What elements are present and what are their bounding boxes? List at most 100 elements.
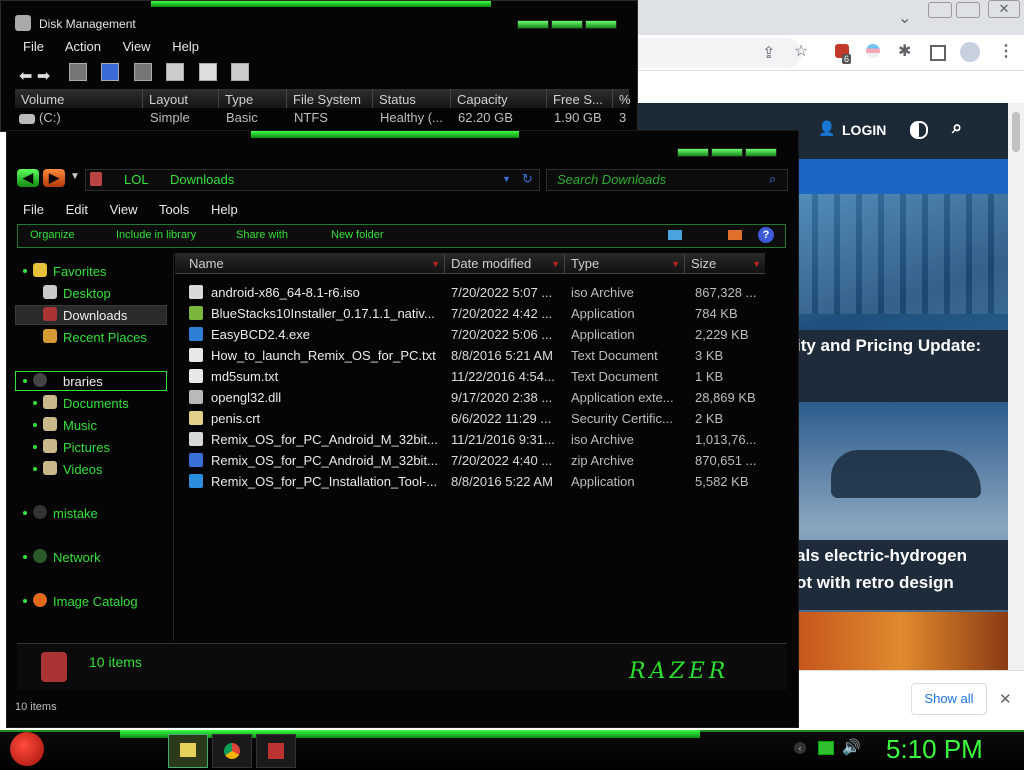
menu-tools[interactable]: Tools	[159, 202, 189, 217]
forward-button[interactable]: ▶	[43, 169, 65, 187]
help-icon[interactable]	[101, 63, 120, 81]
back-button[interactable]: ◀	[17, 169, 39, 187]
nav-downloads[interactable]: Downloads	[63, 308, 127, 323]
col-percent[interactable]: %	[613, 89, 631, 108]
article-headline-2-line1[interactable]: als electric-hydrogen	[796, 546, 967, 566]
chevron-down-icon[interactable]: ▼	[70, 171, 80, 182]
nav-pictures[interactable]: Pictures	[63, 440, 110, 455]
article-image-3[interactable]	[796, 612, 1008, 670]
menu-help[interactable]: Help	[211, 202, 238, 217]
file-row[interactable]: EasyBCD2.4.exe 7/20/2022 5:06 ... Applicat…	[189, 325, 769, 346]
minimize-button[interactable]	[517, 20, 549, 29]
taskbar-disk-management-button[interactable]	[256, 734, 296, 768]
file-row[interactable]: penis.crt 6/6/2022 11:29 ... Security Cert…	[189, 409, 769, 430]
taskbar-chrome-button[interactable]	[212, 734, 252, 768]
contrast-toggle-icon[interactable]	[910, 121, 928, 139]
menu-file[interactable]: File	[23, 39, 44, 54]
nav-libraries[interactable]: braries	[63, 374, 103, 389]
expand-dot[interactable]	[33, 423, 37, 427]
col-type[interactable]: Type	[219, 89, 287, 108]
minimize-icon[interactable]	[928, 2, 952, 18]
show-all-button[interactable]: Show all	[911, 683, 987, 715]
close-button[interactable]	[585, 20, 617, 29]
file-row[interactable]: BlueStacks10Installer_0.17.1.1_nativ... 7…	[189, 304, 769, 325]
profile-avatar-icon[interactable]	[960, 42, 980, 62]
breadcrumb-downloads[interactable]: Downloads	[170, 172, 234, 187]
search-icon[interactable]: ⌕	[952, 117, 962, 138]
close-button[interactable]	[745, 148, 777, 157]
file-row[interactable]: How_to_launch_Remix_OS_for_PC.txt 8/8/201…	[189, 346, 769, 367]
address-bar[interactable]: LOL Downloads ▼ ↻	[85, 169, 540, 191]
help-icon[interactable]: ?	[758, 227, 774, 243]
menu-view[interactable]: View	[123, 39, 151, 54]
side-panel-icon[interactable]	[930, 45, 946, 61]
include-in-library-button[interactable]: Include in library	[116, 229, 196, 241]
organize-button[interactable]: Organize	[30, 229, 75, 241]
change-view-icon[interactable]	[668, 230, 682, 240]
expand-dot[interactable]	[33, 401, 37, 405]
maximize-button[interactable]	[551, 20, 583, 29]
col-name[interactable]: Name ▼	[183, 253, 445, 273]
volume-row[interactable]: (C:) Simple Basic NTFS Healthy (... 62.2…	[15, 110, 629, 128]
sort-arrow-icon[interactable]: ▼	[671, 253, 680, 275]
extension-flag-icon[interactable]	[866, 44, 880, 58]
share-with-button[interactable]: Share with	[236, 229, 288, 241]
share-icon[interactable]: ⇪	[762, 43, 775, 63]
file-row[interactable]: Remix_OS_for_PC_Android_M_32bit... 7/20/2…	[189, 451, 769, 472]
sort-arrow-icon[interactable]: ▼	[752, 253, 761, 275]
nav-favorites[interactable]: Favorites	[53, 264, 106, 279]
puzzle-icon[interactable]: ✱	[898, 41, 911, 61]
menu-edit[interactable]: Edit	[66, 202, 88, 217]
expand-dot[interactable]	[23, 269, 27, 273]
nav-recent-places[interactable]: Recent Places	[63, 330, 147, 345]
article-headline-1[interactable]: ity and Pricing Update:	[796, 330, 1008, 406]
breadcrumb-lol[interactable]: LOL	[124, 172, 149, 187]
col-status[interactable]: Status	[373, 89, 451, 108]
col-size[interactable]: Size ▼	[685, 253, 765, 273]
new-folder-button[interactable]: New folder	[331, 229, 384, 241]
close-icon[interactable]: ✕	[988, 0, 1020, 18]
file-row[interactable]: Remix_OS_for_PC_Android_M_32bit... 11/21/…	[189, 430, 769, 451]
file-row[interactable]: md5sum.txt 11/22/2016 4:54... Text Documen…	[189, 367, 769, 388]
article-headline-2[interactable]: als electric-hydrogen ot with retro desi…	[796, 540, 1008, 610]
properties-icon[interactable]	[133, 63, 152, 81]
volume-icon[interactable]: 🔊	[842, 738, 861, 756]
article-headline-2-line2[interactable]: ot with retro design	[796, 573, 954, 593]
taskbar-explorer-button[interactable]	[168, 734, 208, 768]
nav-videos[interactable]: Videos	[63, 462, 103, 477]
show-hidden-icons-icon[interactable]: ‹	[794, 742, 806, 754]
file-row[interactable]: android-x86_64-8.1-r6.iso 7/20/2022 5:07 …	[189, 283, 769, 304]
col-file-system[interactable]: File System	[287, 89, 373, 108]
user-icon[interactable]: 👤	[818, 120, 835, 136]
settings-icon[interactable]	[230, 63, 249, 81]
maximize-button[interactable]	[711, 148, 743, 157]
network-tray-icon[interactable]	[818, 741, 834, 755]
chevron-down-icon[interactable]: ⌄	[898, 8, 911, 28]
expand-dot[interactable]	[23, 599, 27, 603]
col-date-modified[interactable]: Date modified ▼	[445, 253, 565, 273]
bookmark-star-icon[interactable]: ☆	[794, 41, 808, 61]
expand-dot[interactable]	[23, 555, 27, 559]
minimize-button[interactable]	[677, 148, 709, 157]
expand-dot[interactable]	[33, 467, 37, 471]
file-row[interactable]: Remix_OS_for_PC_Installation_Tool-... 8/8…	[189, 472, 769, 493]
expand-dot[interactable]	[33, 445, 37, 449]
rescan-icon[interactable]	[198, 63, 217, 81]
expand-dot[interactable]	[23, 379, 27, 383]
nav-image-catalog[interactable]: Image Catalog	[53, 594, 138, 609]
nav-mistake[interactable]: mistake	[53, 506, 98, 521]
restore-icon[interactable]	[956, 2, 980, 18]
nav-music[interactable]: Music	[63, 418, 97, 433]
search-input[interactable]: Search Downloads ⌕	[546, 169, 788, 191]
col-capacity[interactable]: Capacity	[451, 89, 547, 108]
nav-desktop[interactable]: Desktop	[63, 286, 111, 301]
menu-file[interactable]: File	[23, 202, 44, 217]
col-volume[interactable]: Volume	[15, 89, 143, 108]
start-button-angry-bird-icon[interactable]	[10, 732, 44, 766]
menu-help[interactable]: Help	[172, 39, 199, 54]
refresh-icon[interactable]: ↻	[522, 171, 533, 187]
chevron-down-icon[interactable]: ▼	[502, 174, 511, 184]
file-row[interactable]: opengl32.dll 9/17/2020 2:38 ... Applicatio…	[189, 388, 769, 409]
page-scrollbar-thumb[interactable]	[1012, 112, 1020, 152]
search-icon[interactable]: ⌕	[769, 171, 776, 187]
